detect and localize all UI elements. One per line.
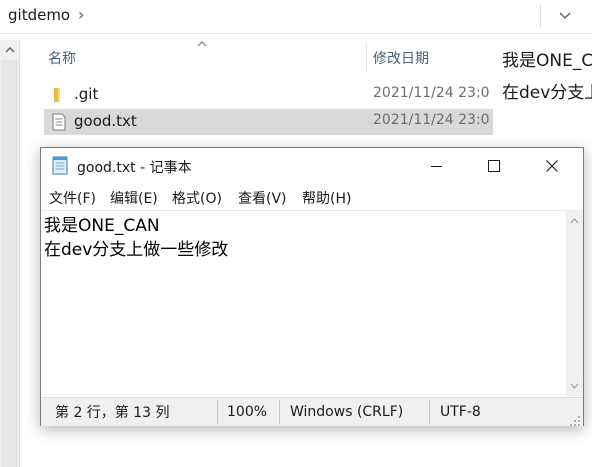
close-icon xyxy=(546,160,558,172)
status-zoom: 100% xyxy=(227,404,268,420)
address-divider xyxy=(540,4,541,28)
window-title: good.txt - 记事本 xyxy=(77,160,192,176)
title-bar[interactable]: good.txt - 记事本 xyxy=(41,148,583,184)
notepad-icon xyxy=(51,155,69,175)
scroll-track[interactable] xyxy=(1,60,18,467)
editor-line-2: 在dev分支上做一些修改 xyxy=(44,240,229,260)
maximize-icon xyxy=(488,160,500,172)
menu-format[interactable]: 格式(O) xyxy=(172,188,222,208)
status-cursor-position: 第 2 行，第 13 列 xyxy=(55,405,170,421)
folder-icon xyxy=(50,86,68,104)
menu-edit[interactable]: 编辑(E) xyxy=(110,188,158,208)
maximize-button[interactable] xyxy=(465,148,523,184)
file-name: .git xyxy=(74,85,99,103)
text-file-icon xyxy=(50,113,68,131)
resize-grip-icon[interactable] xyxy=(569,412,581,426)
editor-line-1: 我是ONE_CAN xyxy=(44,216,160,236)
menu-file[interactable]: 文件(F) xyxy=(49,188,96,208)
address-bar[interactable]: gitdemo › xyxy=(0,0,592,34)
file-row-git[interactable]: .git 2021/11/24 23:0 xyxy=(44,82,493,108)
status-bar: 第 2 行，第 13 列 100% Windows (CRLF) UTF-8 xyxy=(41,397,583,426)
explorer-scrollbar[interactable] xyxy=(0,40,20,467)
scroll-up-arrow-icon[interactable] xyxy=(0,40,19,60)
menu-help[interactable]: 帮助(H) xyxy=(302,188,351,208)
preview-line-2: 在dev分支上 xyxy=(502,83,592,103)
file-name: good.txt xyxy=(74,112,137,130)
preview-line-1: 我是ONE_C xyxy=(502,51,592,71)
sort-up-icon xyxy=(197,36,207,50)
file-date: 2021/11/24 23:0 xyxy=(373,85,490,101)
scroll-down-icon[interactable] xyxy=(566,377,583,394)
status-divider xyxy=(279,400,280,424)
text-editor-area[interactable]: 我是ONE_CAN 在dev分支上做一些修改 xyxy=(41,210,566,397)
notepad-window[interactable]: good.txt - 记事本 文件(F) 编辑(E) 格式(O) 查看(V) 帮… xyxy=(40,147,584,426)
minimize-icon xyxy=(430,165,442,167)
close-button[interactable] xyxy=(523,148,581,184)
file-date: 2021/11/24 23:0 xyxy=(373,112,490,128)
column-divider[interactable] xyxy=(366,42,367,72)
status-divider xyxy=(429,400,430,424)
menu-view[interactable]: 查看(V) xyxy=(238,188,287,208)
status-divider xyxy=(217,400,218,424)
scroll-up-icon[interactable] xyxy=(566,212,583,229)
chevron-right-icon[interactable]: › xyxy=(78,5,84,24)
minimize-button[interactable] xyxy=(407,148,465,184)
column-header-name[interactable]: 名称 xyxy=(48,40,76,76)
editor-scrollbar[interactable] xyxy=(566,210,583,396)
column-header-date[interactable]: 修改日期 xyxy=(373,40,429,76)
chevron-down-icon[interactable] xyxy=(553,2,577,30)
menu-bar: 文件(F) 编辑(E) 格式(O) 查看(V) 帮助(H) xyxy=(41,185,583,209)
address-folder[interactable]: gitdemo xyxy=(8,6,70,24)
status-line-ending: Windows (CRLF) xyxy=(290,404,404,420)
file-row-good-txt[interactable]: good.txt 2021/11/24 23:0 xyxy=(44,109,493,135)
status-encoding: UTF-8 xyxy=(440,404,481,420)
